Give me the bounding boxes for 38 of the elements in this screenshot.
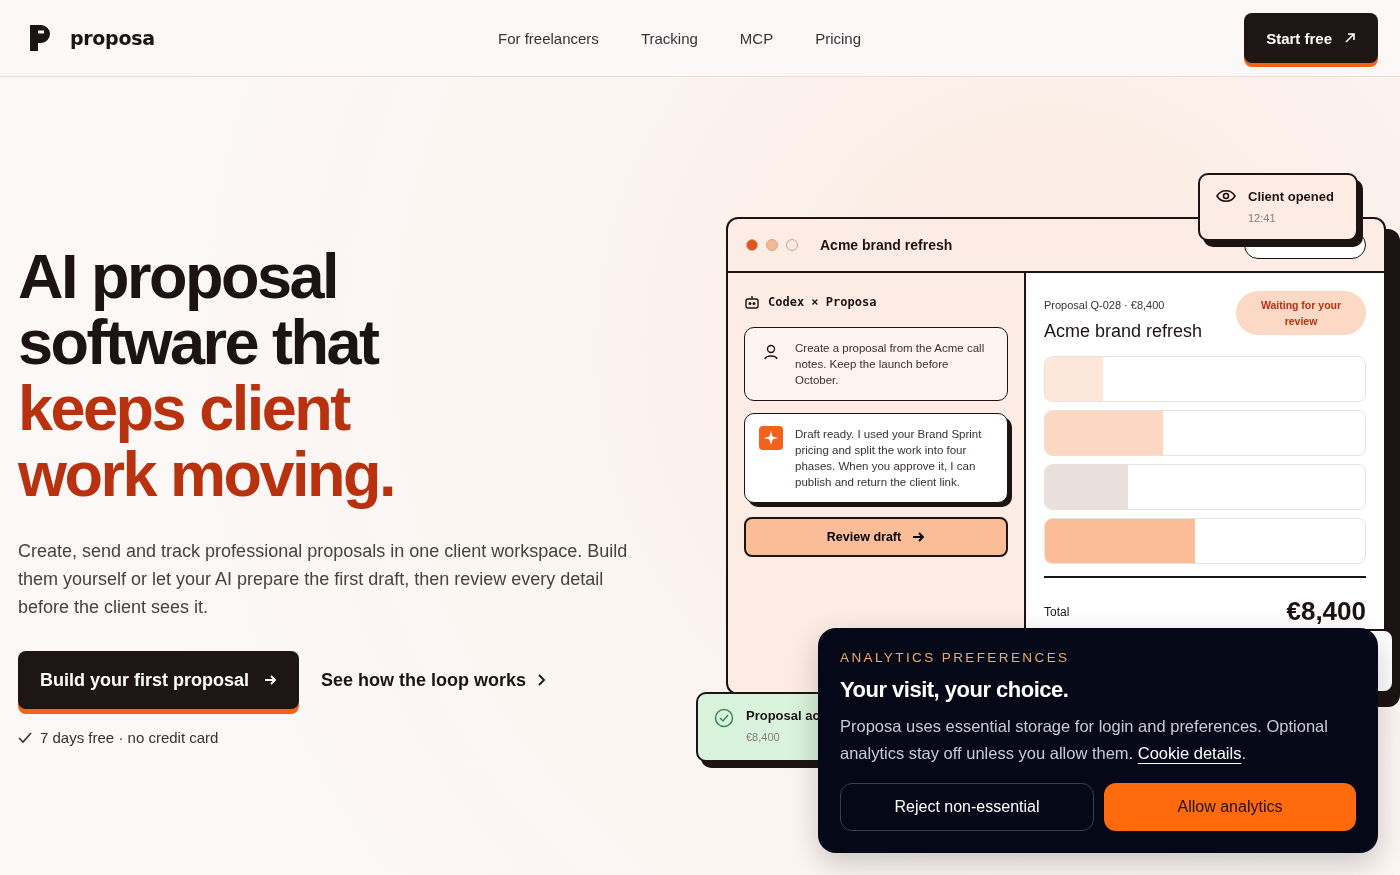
allow-button[interactable]: Allow analytics (1104, 783, 1356, 831)
card-amount: €8,400 (746, 731, 781, 743)
nav-link[interactable]: Pricing (815, 29, 862, 47)
review-draft-button[interactable]: Review draft (744, 517, 1008, 557)
banner-title: Your visit, your choice. (840, 677, 1070, 703)
card-title: Client opened (1248, 189, 1334, 204)
nav-link[interactable]: Tracking (640, 29, 698, 47)
chat-message: Create a proposal from the Acme call notes. Keep the launch before October. (744, 327, 1008, 401)
brand-name[interactable]: proposa (70, 27, 155, 49)
card-title: Proposal ac (746, 708, 820, 723)
chat-header: Codex × Proposa (768, 295, 877, 309)
total-label: Total (1044, 604, 1070, 619)
cookie-details-link[interactable]: Cookie details (1137, 744, 1242, 762)
arrow-icon (263, 673, 277, 687)
robot-icon (744, 295, 760, 309)
proposal-meta: Proposal Q-028 · €8,400 (1044, 299, 1166, 311)
check-icon (18, 731, 32, 744)
banner-eyebrow: ANALYTICS PREFERENCES (840, 650, 1071, 665)
reject-button[interactable]: Reject non-essential (840, 783, 1094, 831)
eye-icon (1216, 189, 1236, 203)
arrow-icon (1344, 32, 1356, 44)
total-value: €8,400 (1286, 596, 1366, 627)
window-title: Acme brand refresh (820, 237, 953, 253)
hero-heading: AI proposal software that keeps client work moving. (18, 243, 396, 511)
check-circle-icon (714, 708, 734, 728)
status-badge: Waiting for your review (1236, 291, 1366, 335)
sparkle-icon (759, 426, 783, 450)
nav-link[interactable]: MCP (739, 29, 774, 47)
hero-description: Create, send and track professional proposals in one client workspace. Build them yourself or let your AI prepare the first draft, then review every detail before the client sees it. (18, 540, 629, 619)
nav-link[interactable]: For freelancers (498, 29, 599, 47)
proposal-title: Acme brand refresh (1044, 321, 1203, 342)
trial-note: 7 days free · no credit card (40, 729, 219, 746)
banner-text: Proposa uses essential storage for login and preferences. Optional analytics stay off unless you allow them. Cookie details. (840, 716, 1329, 764)
loop-link[interactable]: See how the loop works (321, 669, 547, 691)
card-time: 12:41 (1248, 212, 1277, 224)
arrow-icon (911, 530, 926, 544)
logo-icon (28, 23, 52, 53)
chevron-icon (536, 673, 547, 687)
